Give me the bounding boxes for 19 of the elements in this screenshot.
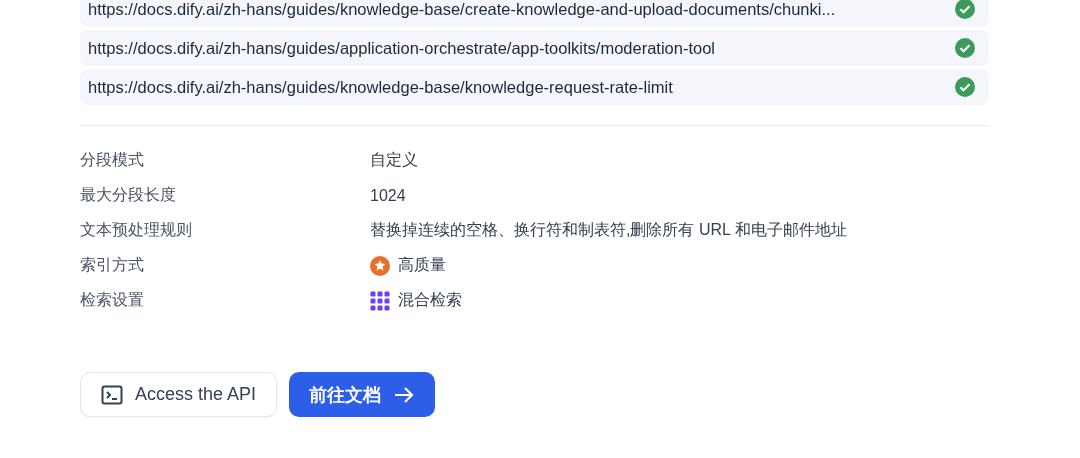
grid-icon: [370, 290, 390, 311]
url-text: https://docs.dify.ai/zh-hans/guides/application-orchestrate/app-toolkits/moderation-tool: [88, 38, 716, 58]
access-api-button[interactable]: Access the API: [80, 372, 278, 417]
setting-value: 1024: [370, 186, 406, 205]
star-badge-icon: [370, 255, 390, 276]
setting-value: 替换掉连续的空格、换行符和制表符,删除所有 URL 和电子邮件地址: [370, 220, 847, 240]
setting-label: 文本预处理规则: [80, 220, 193, 240]
url-text: https://docs.dify.ai/zh-hans/guides/knowledge-base/create-knowledge-and-upload-documents/chunki...: [88, 0, 836, 19]
terminal-icon: [101, 384, 123, 405]
url-text: https://docs.dify.ai/zh-hans/guides/knowledge-base/knowledge-request-rate-limit: [88, 77, 673, 97]
docs-button[interactable]: 前往文档: [289, 372, 436, 417]
setting-label: 分段模式: [80, 150, 145, 170]
setting-label: 最大分段长度: [80, 185, 177, 205]
setting-value: 高质量: [398, 255, 446, 275]
setting-label: 检索设置: [80, 290, 145, 310]
setting-value: 混合检索: [398, 290, 462, 310]
setting-value: 自定义: [370, 150, 418, 170]
setting-label: 索引方式: [80, 255, 145, 275]
arrow-right-icon: [393, 384, 416, 405]
